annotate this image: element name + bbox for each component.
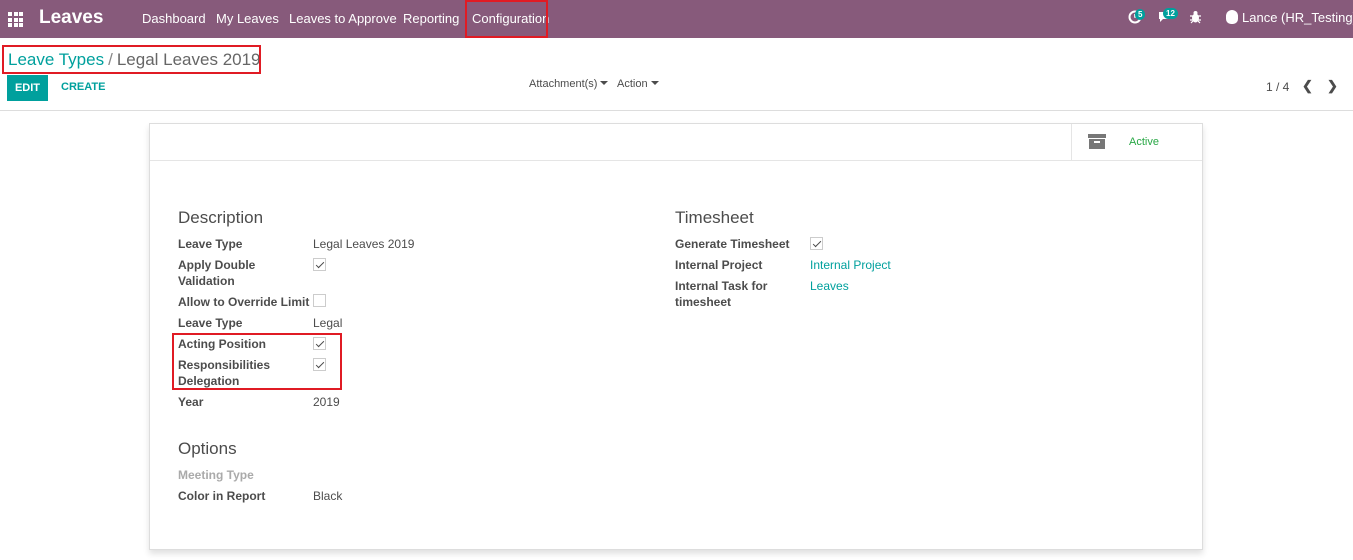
configuration-highlight-box (465, 0, 548, 38)
menu-my-leaves[interactable]: My Leaves (216, 11, 279, 26)
debug-bug-icon[interactable] (1189, 10, 1202, 27)
messages-badge: 12 (1163, 8, 1178, 19)
color-in-report-label: Color in Report (178, 489, 266, 503)
internal-project-label: Internal Project (675, 258, 763, 272)
override-limit-checkbox[interactable] (313, 294, 326, 307)
timesheet-title: Timesheet (675, 208, 754, 227)
year-label: Year (178, 395, 204, 409)
acting-delegation-highlight-box (172, 333, 342, 390)
action-dropdown[interactable]: Action (617, 78, 659, 90)
menu-dashboard[interactable]: Dashboard (142, 11, 206, 26)
leave-type-2-value: Legal (313, 316, 343, 330)
attachments-label: Attachment(s) (529, 78, 598, 90)
meeting-type-label: Meeting Type (178, 468, 254, 482)
control-panel-divider (0, 110, 1353, 111)
generate-timesheet-checkbox[interactable] (810, 237, 823, 250)
app-brand[interactable]: Leaves (39, 7, 103, 29)
apps-grid-icon[interactable] (8, 12, 23, 27)
pager-next-icon[interactable]: ❯ (1327, 78, 1338, 94)
leave-type-2-label: Leave Type (178, 316, 243, 330)
double-validation-label: Apply Double Validation (178, 258, 256, 288)
internal-project-link[interactable]: Internal Project (810, 258, 891, 272)
action-label: Action (617, 78, 648, 90)
caret-down-icon (600, 81, 609, 85)
breadcrumb-highlight-box (2, 45, 261, 74)
internal-task-link[interactable]: Leaves (810, 279, 849, 293)
user-menu[interactable]: Lance (HR_Testing) (1226, 10, 1353, 25)
attachments-dropdown[interactable]: Attachment(s) (529, 78, 609, 90)
pager-previous-icon[interactable]: ❮ (1302, 78, 1313, 94)
user-name: Lance (HR_Testing) (1242, 10, 1353, 25)
override-limit-label: Allow to Override Limit (178, 295, 310, 309)
archive-icon (1088, 134, 1106, 149)
create-button[interactable]: CREATE (61, 81, 105, 93)
year-value: 2019 (313, 395, 340, 409)
smart-button-box: Active (150, 124, 1202, 161)
double-validation-checkbox[interactable] (313, 258, 326, 271)
avatar (1226, 10, 1238, 24)
menu-reporting[interactable]: Reporting (403, 11, 459, 26)
caret-down-icon (650, 81, 659, 85)
generate-timesheet-label: Generate Timesheet (675, 237, 790, 251)
leave-type-label: Leave Type (178, 237, 243, 251)
top-navbar: Leaves Dashboard My Leaves Leaves to App… (0, 0, 1353, 38)
internal-task-label: Internal Task for timesheet (675, 279, 768, 309)
menu-leaves-to-approve[interactable]: Leaves to Approve (289, 11, 397, 26)
active-label: Active (1129, 136, 1159, 148)
options-title: Options (178, 439, 237, 458)
description-title: Description (178, 208, 264, 227)
activity-badge: 5 (1135, 9, 1146, 20)
color-in-report-value: Black (313, 489, 343, 503)
edit-button[interactable]: EDIT (7, 75, 48, 101)
pager-value[interactable]: 1 / 4 (1266, 80, 1289, 94)
leave-type-value: Legal Leaves 2019 (313, 237, 415, 251)
active-toggle-button[interactable]: Active (1071, 124, 1202, 161)
